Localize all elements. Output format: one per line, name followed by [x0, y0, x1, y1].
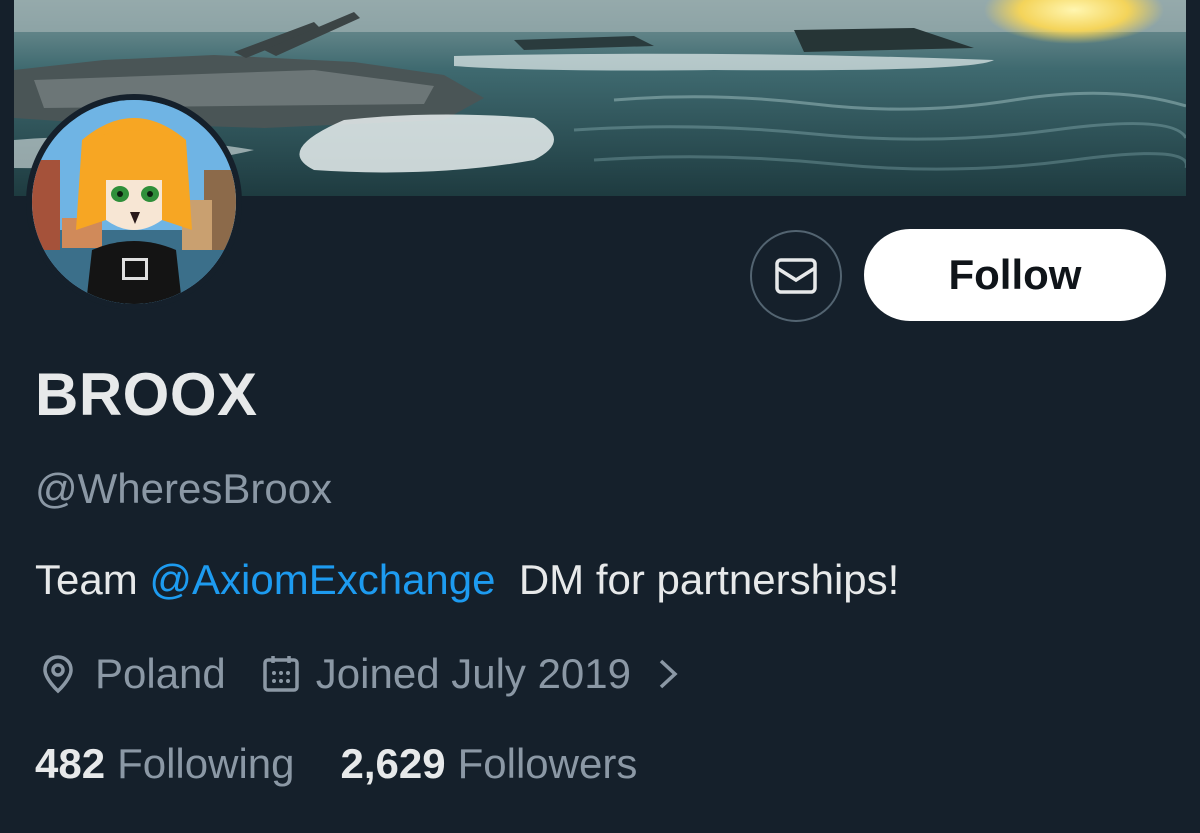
following-count: 482	[35, 740, 106, 787]
bio-prefix: Team	[35, 556, 150, 603]
profile-meta: Poland Joined July 2019	[35, 646, 683, 702]
user-handle: @WheresBroox	[35, 465, 333, 512]
display-name: BROOX	[35, 361, 258, 428]
message-button[interactable]	[750, 230, 842, 322]
location-pin-icon	[35, 651, 81, 697]
profile-bio: Team @AxiomExchange DM for partnerships!	[35, 556, 899, 604]
following-link[interactable]: 482 Following	[35, 740, 295, 788]
bio-suffix: DM for partnerships!	[495, 556, 900, 603]
followers-label: Followers	[457, 740, 638, 787]
profile-page: Follow BROOX @WheresBroox Team @AxiomExc…	[0, 0, 1200, 833]
calendar-icon	[260, 653, 302, 695]
joined-item: Joined July 2019	[260, 650, 631, 698]
following-label: Following	[117, 740, 295, 787]
envelope-icon	[772, 252, 820, 300]
joined-text: Joined July 2019	[315, 650, 632, 697]
followers-link[interactable]: 2,629 Followers	[341, 740, 638, 788]
followers-count: 2,629	[340, 740, 446, 787]
chevron-right-icon[interactable]	[653, 653, 683, 695]
profile-avatar[interactable]	[26, 94, 242, 310]
bio-mention-link[interactable]: @AxiomExchange	[149, 556, 495, 603]
location-text: Poland	[95, 650, 226, 697]
location-item: Poland	[35, 650, 226, 698]
avatar-image	[32, 100, 236, 304]
follow-button[interactable]: Follow	[864, 229, 1166, 321]
profile-stats: 482 Following 2,629 Followers	[35, 740, 637, 788]
